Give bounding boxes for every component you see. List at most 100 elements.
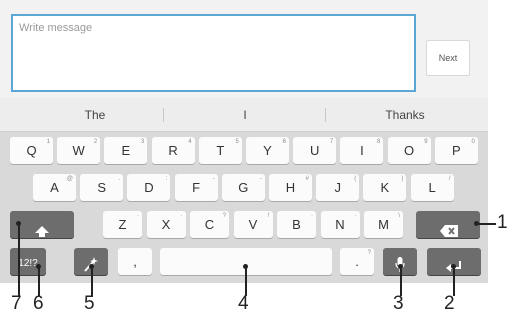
comma-key[interactable]: , xyxy=(118,248,152,275)
key-label: U xyxy=(309,143,320,158)
key-label: C xyxy=(204,217,215,232)
key-n[interactable]: N · xyxy=(320,211,360,238)
key-alt-char: @ xyxy=(66,176,73,182)
key-l[interactable]: L / xyxy=(410,174,454,201)
key-alt-char: 1 xyxy=(46,139,50,145)
key-label: X xyxy=(161,217,171,232)
period-key-label: . xyxy=(355,254,359,269)
backspace-icon xyxy=(440,219,458,246)
callout-line-6 xyxy=(38,266,40,296)
key-s[interactable]: S. xyxy=(80,174,124,201)
key-a[interactable]: A @ xyxy=(33,174,76,201)
key-label: D xyxy=(144,180,154,195)
key-alt-char: 3 xyxy=(141,139,145,145)
key-f[interactable]: F- xyxy=(174,174,218,201)
key-alt-char: ? xyxy=(222,213,226,219)
key-label: R xyxy=(168,143,178,158)
key-alt-char: 4 xyxy=(188,139,192,145)
callout-number-2: 2 xyxy=(444,293,455,314)
key-label: Y xyxy=(263,143,272,158)
key-c[interactable]: C? xyxy=(190,211,229,238)
key-w[interactable]: W2 xyxy=(57,137,101,164)
suggestion-divider xyxy=(325,108,326,122)
key-h[interactable]: H # xyxy=(269,174,312,201)
key-b[interactable]: B · xyxy=(277,211,316,238)
key-u[interactable]: U7 xyxy=(293,137,337,164)
key-label: E xyxy=(121,143,131,158)
key-alt-char: 0 xyxy=(471,139,475,145)
key-label: F xyxy=(192,180,201,195)
key-alt-char: · xyxy=(137,213,139,219)
callout-number-5: 5 xyxy=(84,293,95,314)
symbols-key-label: 12!? xyxy=(18,258,38,269)
key-o[interactable]: O9 xyxy=(387,137,431,164)
key-alt-char: 7 xyxy=(329,139,334,145)
key-k[interactable]: K) xyxy=(363,174,407,201)
key-label: O xyxy=(404,143,415,158)
key-alt-char: 5 xyxy=(235,139,239,145)
key-p[interactable]: P0 xyxy=(434,137,478,164)
key-v[interactable]: V! xyxy=(233,211,273,238)
callout-line-1 xyxy=(477,223,496,225)
key-label: G xyxy=(238,180,249,195)
key-z[interactable]: Z · xyxy=(103,211,142,238)
key-alt-char: 2 xyxy=(93,139,98,145)
shift-arrow-up-icon xyxy=(35,219,49,246)
period-key[interactable]: . ? xyxy=(340,248,374,275)
suggestion-divider xyxy=(163,108,164,122)
callout-line-4 xyxy=(245,266,247,296)
key-alt-char: ! xyxy=(267,213,270,219)
backspace-key[interactable] xyxy=(416,211,480,238)
key-label: M xyxy=(378,217,389,232)
key-label: P xyxy=(451,143,461,158)
key-alt-char: # xyxy=(305,176,309,182)
key-alt-char: · xyxy=(354,213,357,219)
key-alt-char: . xyxy=(118,176,121,182)
suggestion-bar: The I Thanks xyxy=(0,98,488,132)
next-button[interactable]: Next xyxy=(426,40,470,76)
key-q[interactable]: Q1 xyxy=(10,137,53,164)
key-j[interactable]: J( xyxy=(316,174,360,201)
callout-line-5 xyxy=(91,266,93,296)
key-label: K xyxy=(380,180,390,195)
suggestion-word-3[interactable]: Thanks xyxy=(350,98,460,132)
callout-line-2 xyxy=(453,266,455,296)
message-input[interactable] xyxy=(11,14,416,92)
key-y[interactable]: Y6 xyxy=(246,137,289,164)
key-label: V xyxy=(248,217,258,232)
key-label: H xyxy=(285,180,296,195)
comma-key-label: , xyxy=(133,254,137,269)
key-label: L xyxy=(428,180,436,195)
key-m[interactable]: M \ xyxy=(364,211,403,238)
key-i[interactable]: I8 xyxy=(340,137,384,164)
callout-number-3: 3 xyxy=(393,293,404,314)
key-alt-char: 9 xyxy=(424,139,428,145)
key-alt-char: \ xyxy=(398,213,400,219)
key-e[interactable]: E3 xyxy=(104,137,148,164)
key-label: J xyxy=(334,180,341,195)
key-d[interactable]: D: xyxy=(127,174,171,201)
key-label: A xyxy=(50,180,59,195)
suggestion-word-1[interactable]: The xyxy=(40,98,150,132)
key-label: B xyxy=(292,217,301,232)
key-r[interactable]: R4 xyxy=(151,137,195,164)
key-alt-char: : xyxy=(165,176,168,182)
key-alt-char: ) xyxy=(401,176,404,182)
symbols-key[interactable]: 12!? xyxy=(10,248,46,275)
key-t[interactable]: T5 xyxy=(198,137,242,164)
key-alt-char: ( xyxy=(354,176,357,182)
key-label: W xyxy=(72,143,85,158)
key-g[interactable]: G- xyxy=(221,174,265,201)
suggestion-word-2[interactable]: I xyxy=(190,98,300,132)
key-x[interactable]: X · xyxy=(146,211,186,238)
key-label: N xyxy=(335,217,345,232)
key-alt-char: 8 xyxy=(377,139,381,145)
key-label: S xyxy=(97,180,107,195)
callout-number-6: 6 xyxy=(33,293,44,314)
key-alt-char: · xyxy=(180,213,183,219)
key-label: T xyxy=(216,143,225,158)
callout-line-3 xyxy=(400,266,402,296)
key-label: Q xyxy=(26,143,37,158)
key-alt-char: - xyxy=(259,176,262,182)
key-alt-char: - xyxy=(212,176,215,182)
